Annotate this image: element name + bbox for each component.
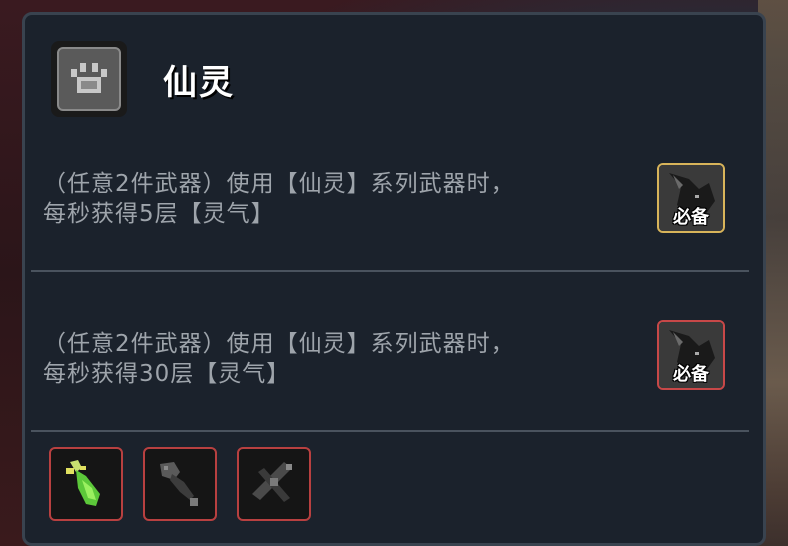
divider (31, 430, 749, 432)
divider (31, 270, 749, 272)
badge-label: 必备 (673, 207, 709, 228)
set-bonus-tooltip: 仙灵 （任意2件武器）使用【仙灵】系列武器时， 每秒获得5层【灵气】 必备 （任… (22, 12, 766, 546)
required-badge[interactable]: 必备 (657, 320, 725, 390)
effect-text-line: 每秒获得30层【灵气】 (43, 361, 291, 387)
dark-spiked-mace-icon (160, 462, 198, 506)
game-scene: 仙灵 （任意2件武器）使用【仙灵】系列武器时， 每秒获得5层【灵气】 必备 （任… (0, 0, 788, 546)
green-glowing-sword-icon (66, 460, 100, 506)
set-effect-2piece-upgraded: （任意2件武器）使用【仙灵】系列武器时， 每秒获得30层【灵气】 (43, 329, 603, 389)
set-effect-2piece: （任意2件武器）使用【仙灵】系列武器时， 每秒获得5层【灵气】 (43, 169, 603, 229)
effect-text-line: （任意2件武器）使用【仙灵】系列武器时， (43, 171, 515, 197)
weapon-slot[interactable] (49, 447, 123, 521)
effect-text-line: （任意2件武器）使用【仙灵】系列武器时， (43, 331, 515, 357)
required-badge[interactable]: 必备 (657, 163, 725, 233)
set-icon-frame (51, 41, 127, 117)
badge-label: 必备 (673, 364, 709, 385)
dark-crossbow-icon (252, 462, 292, 502)
weapon-slot[interactable] (237, 447, 311, 521)
paw-icon (57, 47, 121, 111)
weapon-slot[interactable] (143, 447, 217, 521)
set-title: 仙灵 (163, 63, 235, 103)
effect-text-line: 每秒获得5层【灵气】 (43, 201, 275, 227)
